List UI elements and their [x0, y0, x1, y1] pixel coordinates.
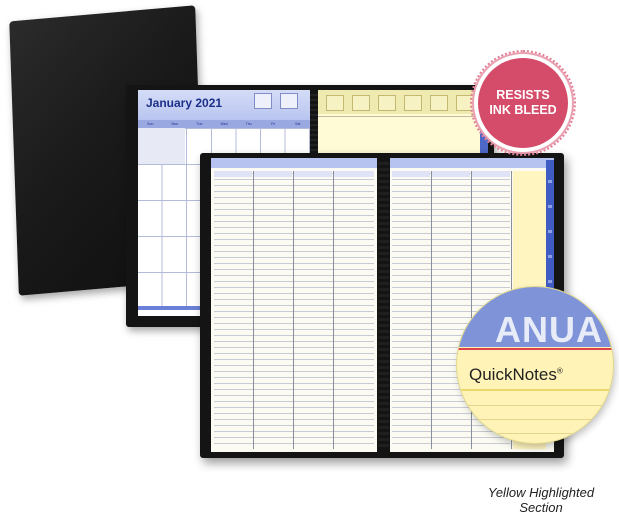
resists-ink-bleed-badge: RESISTS INK BLEED — [478, 58, 568, 148]
day-column-header — [214, 171, 252, 177]
weekly-spiral-binding — [378, 160, 389, 450]
quicknotes-label: QuickNotes® — [469, 365, 563, 385]
registered-mark: ® — [556, 366, 563, 376]
day-column-header — [294, 171, 332, 177]
mini-calendar — [326, 95, 344, 111]
magnified-detail: ANUA QuickNotes® — [457, 287, 613, 443]
column-divider — [333, 171, 334, 449]
notes-rule — [318, 116, 488, 117]
weekday-header: Wed — [220, 122, 228, 126]
weekday-header: Thu — [245, 122, 252, 126]
tab-marker — [548, 180, 552, 183]
day-column-header — [432, 171, 470, 177]
mini-calendar — [352, 95, 370, 111]
weekday-header: Mon — [171, 122, 179, 126]
weekly-left-day-columns — [214, 171, 374, 449]
month-grid-shaded-cells — [138, 128, 185, 164]
mini-calendar — [254, 93, 272, 109]
weekday-header: Sun — [147, 122, 154, 126]
tab-marker — [548, 230, 552, 233]
magnified-month-text: ANUA — [495, 309, 603, 350]
weekly-right-header — [390, 158, 554, 168]
day-column-header — [334, 171, 374, 177]
tab-marker — [548, 255, 552, 258]
month-title: January 2021 — [146, 96, 223, 110]
weekday-header: Tue — [196, 122, 203, 126]
day-column-header — [392, 171, 430, 177]
magnified-ruled-line — [457, 433, 613, 434]
mini-calendar — [404, 95, 422, 111]
column-divider — [431, 171, 432, 449]
magnifier-caption: Yellow Highlighted Section — [466, 485, 616, 515]
day-column-header — [472, 171, 510, 177]
tab-marker — [548, 280, 552, 283]
day-column-header — [254, 171, 292, 177]
weekday-header: Sat — [295, 122, 301, 126]
magnified-red-rule — [457, 348, 613, 350]
mini-calendar — [430, 95, 448, 111]
magnified-yellow-rule — [457, 389, 613, 391]
weekday-header: Fri — [271, 122, 276, 126]
mini-calendar — [378, 95, 396, 111]
caption-line-2: Section — [519, 500, 563, 515]
magnified-ruled-line — [457, 419, 613, 420]
column-divider — [253, 171, 254, 449]
weekly-left-header — [211, 158, 377, 168]
badge-line-2: INK BLEED — [489, 103, 557, 117]
badge-line-1: RESISTS — [496, 88, 550, 102]
mini-calendar — [280, 93, 298, 109]
weekday-header-row: Sun Mon Tue Wed Thu Fri Sat — [138, 120, 310, 128]
tab-marker — [548, 205, 552, 208]
caption-line-1: Yellow Highlighted — [487, 485, 595, 500]
quicknotes-text: QuickNotes — [469, 365, 557, 384]
column-divider — [293, 171, 294, 449]
magnified-ruled-line — [457, 405, 613, 406]
